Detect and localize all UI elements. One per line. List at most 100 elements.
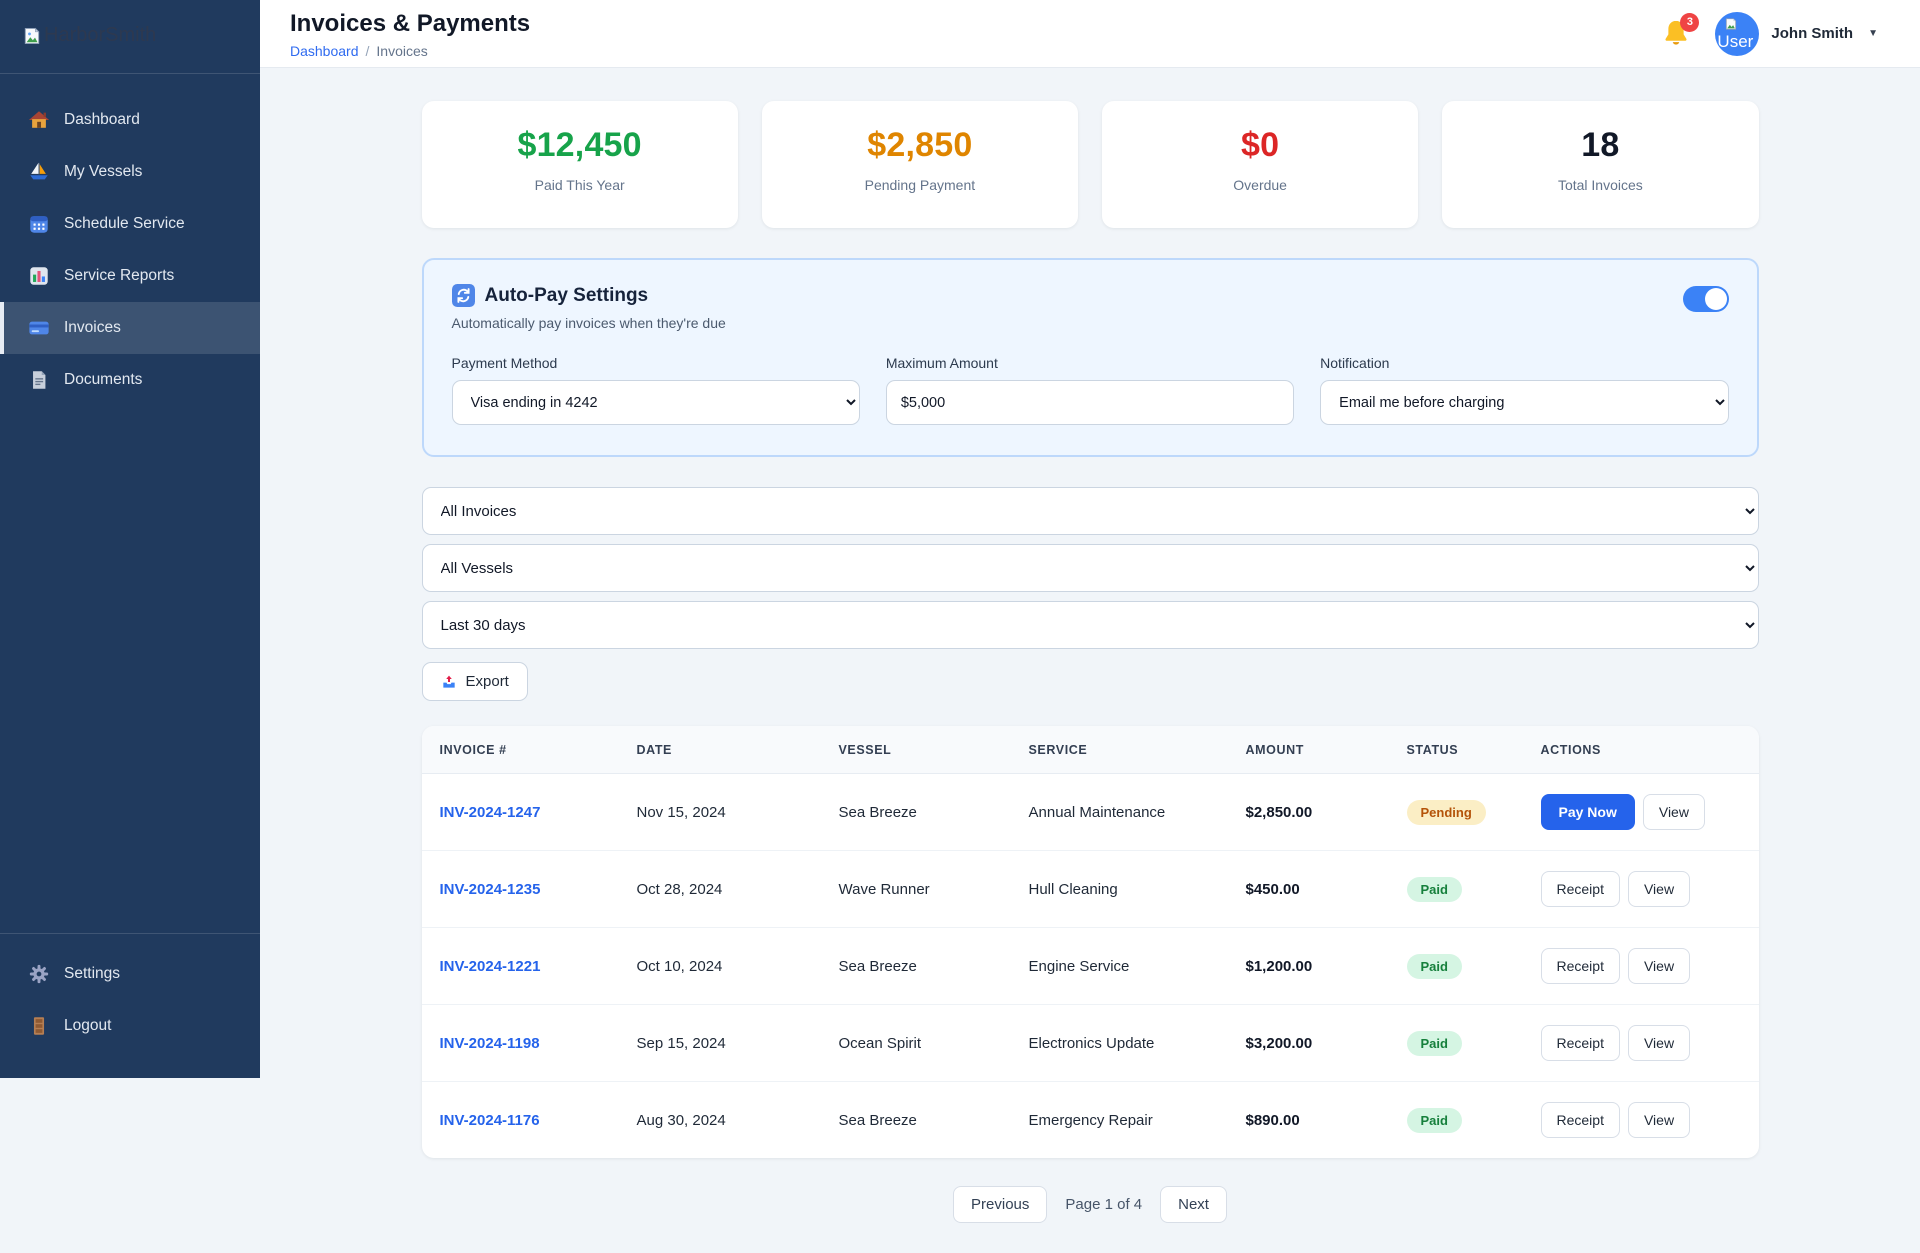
house-icon: [28, 109, 50, 131]
status-badge: Paid: [1406, 953, 1462, 979]
invoice-service: Emergency Repair: [1018, 1081, 1236, 1158]
view-button[interactable]: View: [1627, 948, 1691, 984]
sidebar-footer: Settings Logout: [0, 933, 260, 1072]
invoice-date: Aug 30, 2024: [626, 1081, 829, 1158]
app: HarborSmith Dashboard My Vessels Schedul…: [0, 0, 1920, 1223]
topbar-left: Invoices & Payments Dashboard / Invoices: [290, 8, 530, 59]
invoice-link[interactable]: INV-2024-1221: [440, 958, 541, 975]
breadcrumb-dashboard-link[interactable]: Dashboard: [290, 43, 359, 59]
column-header-date: DATE: [626, 726, 829, 774]
table-row: INV-2024-1221 Oct 10, 2024 Sea Breeze En…: [421, 927, 1759, 1005]
invoice-status-filter-select[interactable]: All Invoices: [421, 487, 1759, 535]
sidebar-item-dashboard[interactable]: Dashboard: [0, 94, 260, 146]
invoice-amount: $450.00: [1245, 880, 1300, 898]
export-button-label: Export: [465, 673, 509, 690]
receipt-button[interactable]: Receipt: [1540, 871, 1620, 907]
sidebar-item-service-reports[interactable]: Service Reports: [0, 250, 260, 302]
invoice-amount: $890.00: [1245, 1111, 1300, 1129]
notification-label: Notification: [1320, 355, 1390, 371]
autopay-panel: Auto-Pay Settings Automatically pay invo…: [421, 258, 1759, 457]
export-icon: [441, 674, 457, 690]
stat-value: $12,450: [517, 126, 642, 164]
sidebar-item-label: Settings: [64, 965, 121, 982]
invoice-amount: $3,200.00: [1245, 1034, 1313, 1052]
notification-count-badge: 3: [1680, 12, 1700, 32]
page-title: Invoices & Payments: [290, 10, 531, 38]
breadcrumb-separator: /: [365, 42, 370, 59]
logo-alt-text: HarborSmith: [44, 24, 157, 46]
payment-method-select[interactable]: Visa ending in 4242: [451, 380, 860, 425]
notification-select[interactable]: Email me before charging: [1320, 380, 1729, 425]
autopay-toggle[interactable]: [1682, 286, 1729, 312]
view-button[interactable]: View: [1627, 1102, 1691, 1138]
maximum-amount-input[interactable]: [885, 380, 1295, 425]
payment-method-label: Payment Method: [451, 355, 558, 371]
sidebar-item-logout[interactable]: Logout: [0, 1000, 260, 1052]
next-page-button[interactable]: Next: [1160, 1186, 1227, 1223]
column-header-status: STATUS: [1396, 726, 1531, 774]
logo: HarborSmith: [0, 0, 260, 74]
sidebar-item-label: My Vessels: [64, 163, 143, 180]
invoice-date: Sep 15, 2024: [626, 1004, 829, 1082]
invoice-amount: $2,850.00: [1245, 803, 1313, 821]
view-button[interactable]: View: [1642, 794, 1705, 830]
broken-image-icon: [1724, 17, 1738, 31]
receipt-button[interactable]: Receipt: [1540, 948, 1620, 984]
credit-card-icon: [28, 317, 50, 339]
invoice-link[interactable]: INV-2024-1235: [440, 881, 541, 898]
invoice-vessel: Ocean Spirit: [828, 1004, 1019, 1082]
column-header-vessel: VESSEL: [828, 726, 1019, 774]
pay-now-button[interactable]: Pay Now: [1540, 794, 1635, 830]
main: Invoices & Payments Dashboard / Invoices 3: [260, 0, 1920, 1253]
table-row: INV-2024-1247 Nov 15, 2024 Sea Breeze An…: [422, 774, 1759, 851]
receipt-button[interactable]: Receipt: [1540, 1025, 1620, 1061]
sidebar-item-settings[interactable]: Settings: [0, 948, 260, 1000]
sidebar-item-schedule-service[interactable]: Schedule Service: [0, 198, 260, 250]
sidebar-item-label: Schedule Service: [64, 215, 185, 232]
stat-label: Pending Payment: [864, 177, 976, 193]
status-badge: Paid: [1406, 1107, 1462, 1133]
sidebar-nav: Dashboard My Vessels Schedule Service Se…: [0, 74, 260, 933]
gear-icon: [28, 963, 50, 985]
avatar-alt-text: User: [1717, 31, 1754, 51]
status-badge: Paid: [1406, 1030, 1462, 1056]
stat-value: $2,850: [867, 126, 973, 164]
date-range-filter-select[interactable]: Last 30 days: [421, 601, 1759, 649]
invoice-vessel: Sea Breeze: [828, 927, 1019, 1005]
invoices-table-card: INVOICE # DATE VESSEL SERVICE AMOUNT STA…: [421, 726, 1759, 1158]
sidebar-item-documents[interactable]: Documents: [0, 354, 260, 406]
invoice-link[interactable]: INV-2024-1247: [440, 804, 541, 821]
previous-page-button[interactable]: Previous: [953, 1186, 1048, 1223]
stat-label: Total Invoices: [1557, 177, 1643, 193]
invoice-vessel: Sea Breeze: [828, 1081, 1019, 1158]
autopay-title: Auto-Pay Settings: [484, 284, 649, 306]
stat-card-pending-payment: $2,850 Pending Payment: [761, 101, 1078, 228]
vessel-filter-select[interactable]: All Vessels: [421, 544, 1759, 592]
calendar-icon: [28, 213, 50, 235]
receipt-button[interactable]: Receipt: [1540, 1102, 1620, 1138]
sidebar-item-label: Logout: [64, 1017, 112, 1034]
sidebar-item-invoices[interactable]: Invoices: [0, 302, 260, 354]
filters: All Invoices All Vessels Last 30 days Ex…: [421, 487, 1759, 701]
sidebar: HarborSmith Dashboard My Vessels Schedul…: [0, 0, 260, 1078]
invoice-service: Hull Cleaning: [1018, 850, 1236, 928]
view-button[interactable]: View: [1627, 1025, 1691, 1061]
user-menu[interactable]: User John Smith ▼: [1715, 11, 1878, 56]
breadcrumb-current: Invoices: [376, 42, 428, 59]
export-button[interactable]: Export: [421, 662, 528, 701]
notifications-button[interactable]: 3: [1661, 12, 1700, 51]
page-status: Page 1 of 4: [1065, 1196, 1143, 1213]
view-button[interactable]: View: [1627, 871, 1691, 907]
table-row: INV-2024-1198 Sep 15, 2024 Ocean Spirit …: [421, 1004, 1759, 1082]
invoice-service: Electronics Update: [1018, 1004, 1236, 1082]
sidebar-item-my-vessels[interactable]: My Vessels: [0, 146, 260, 198]
status-badge: Pending: [1406, 799, 1486, 825]
invoice-link[interactable]: INV-2024-1176: [440, 1112, 540, 1129]
sidebar-item-label: Dashboard: [64, 111, 140, 128]
stat-card-total-invoices: 18 Total Invoices: [1442, 101, 1759, 228]
autopay-icon: [451, 284, 475, 307]
stat-card-paid-this-year: $12,450 Paid This Year: [421, 101, 738, 228]
stat-label: Overdue: [1233, 177, 1287, 193]
maximum-amount-label: Maximum Amount: [885, 355, 998, 371]
invoice-link[interactable]: INV-2024-1198: [440, 1035, 540, 1052]
